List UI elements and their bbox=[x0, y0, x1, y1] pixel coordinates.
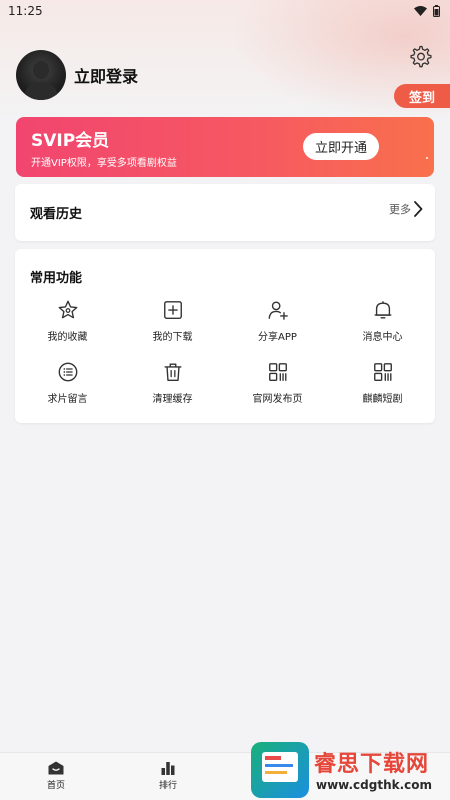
grid-item-label: 求片留言 bbox=[47, 394, 88, 405]
status-icons bbox=[414, 5, 440, 17]
battery-icon bbox=[433, 5, 440, 17]
functions-title: 常用功能 bbox=[30, 271, 83, 286]
request-message-item[interactable]: 求片留言 bbox=[15, 361, 120, 411]
watermark-logo bbox=[251, 742, 309, 798]
tab-ranking-label: 排行 bbox=[158, 781, 177, 791]
svip-title: SVIP会员 bbox=[31, 131, 110, 151]
watch-history-card[interactable]: 观看历史 更多 bbox=[15, 184, 435, 241]
watermark: 睿思下载网 www.cdgthk.com bbox=[248, 740, 450, 800]
qr-icon bbox=[268, 363, 287, 381]
watch-history-title: 观看历史 bbox=[30, 207, 83, 222]
grid-item-label: 麒麟短剧 bbox=[362, 394, 403, 405]
user-add-icon bbox=[268, 301, 288, 320]
svip-open-button[interactable]: 立即开通 bbox=[303, 133, 379, 160]
grid-item-label: 分享APP bbox=[258, 332, 297, 343]
favorites-item[interactable]: 我的收藏 bbox=[15, 299, 120, 349]
signin-button[interactable]: 签到 bbox=[394, 84, 450, 108]
common-functions-card: 常用功能 我的收藏 我的下载 分享APP 消息中心 求片留言 清理缓存 官网发布… bbox=[15, 249, 435, 423]
tab-ranking[interactable]: 排行 bbox=[138, 761, 198, 791]
grid-item-label: 我的收藏 bbox=[47, 332, 88, 343]
svip-banner[interactable]: SVIP会员 开通VIP权限，享受多项看剧权益 立即开通 bbox=[16, 117, 434, 177]
watermark-url: www.cdgthk.com bbox=[316, 778, 433, 792]
history-more-link[interactable]: 更多 bbox=[389, 201, 423, 217]
watermark-title: 睿思下载网 bbox=[314, 752, 430, 777]
bell-icon bbox=[374, 301, 391, 319]
status-bar: 11:25 bbox=[0, 0, 450, 22]
chevron-right-icon bbox=[414, 201, 423, 217]
official-site-item[interactable]: 官网发布页 bbox=[225, 361, 330, 411]
grid-item-label: 消息中心 bbox=[362, 332, 403, 343]
avatar[interactable] bbox=[16, 50, 66, 100]
download-box-icon bbox=[163, 301, 182, 319]
grid-item-label: 我的下载 bbox=[152, 332, 193, 343]
svip-subtitle: 开通VIP权限，享受多项看剧权益 bbox=[31, 158, 177, 169]
clear-cache-item[interactable]: 清理缓存 bbox=[120, 361, 225, 411]
login-link[interactable]: 立即登录 bbox=[74, 63, 138, 87]
tab-home[interactable]: 首页 bbox=[26, 761, 86, 791]
trash-icon bbox=[164, 363, 181, 381]
tab-home-label: 首页 bbox=[46, 781, 65, 791]
star-icon bbox=[58, 300, 77, 319]
grid-item-label: 官网发布页 bbox=[252, 394, 303, 405]
downloads-item[interactable]: 我的下载 bbox=[120, 299, 225, 349]
more-label: 更多 bbox=[389, 203, 411, 216]
list-icon bbox=[58, 362, 77, 382]
qilin-drama-item[interactable]: 麒麟短剧 bbox=[330, 361, 435, 411]
qr-icon bbox=[373, 363, 392, 381]
chart-bars-icon bbox=[161, 762, 175, 775]
share-app-item[interactable]: 分享APP bbox=[225, 299, 330, 349]
home-icon bbox=[48, 761, 64, 775]
profile-login[interactable]: 立即登录 bbox=[16, 50, 138, 100]
message-center-item[interactable]: 消息中心 bbox=[330, 299, 435, 349]
grid-item-label: 清理缓存 bbox=[152, 394, 193, 405]
status-time: 11:25 bbox=[8, 4, 43, 18]
decorative-dot bbox=[426, 157, 428, 159]
gear-icon[interactable] bbox=[408, 44, 432, 68]
wifi-icon bbox=[414, 6, 427, 16]
